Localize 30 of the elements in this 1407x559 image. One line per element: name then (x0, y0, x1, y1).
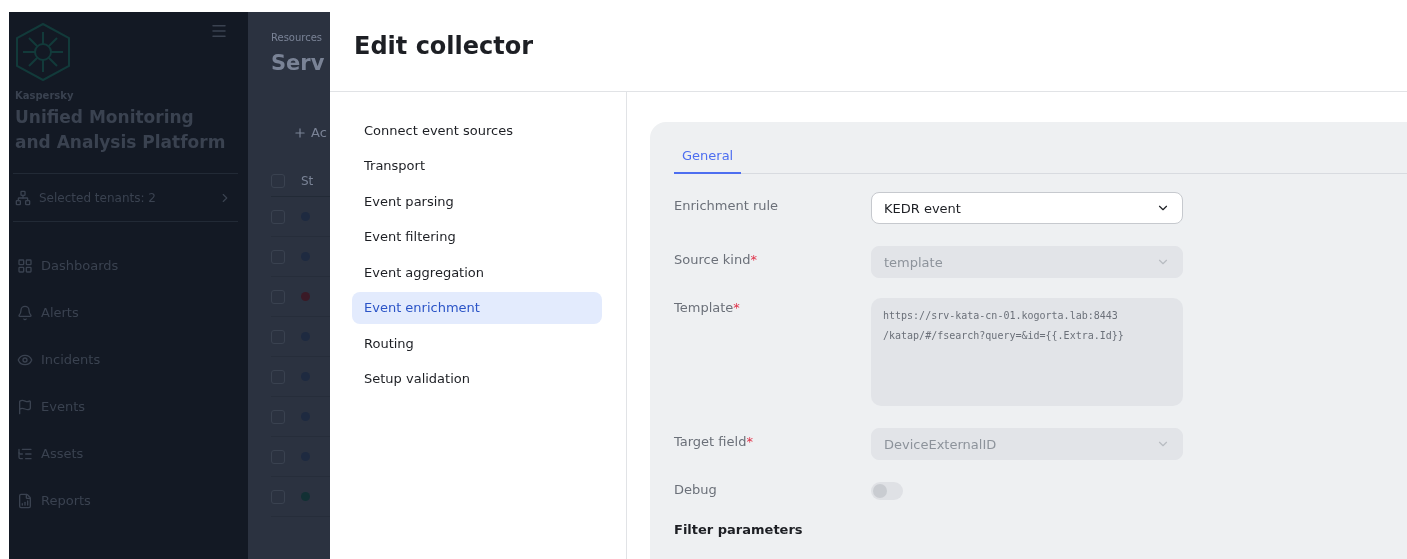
column-header: St (301, 174, 314, 188)
plus-icon (293, 125, 307, 140)
toggle-switch[interactable] (871, 482, 903, 500)
logo-icon (15, 22, 71, 82)
field-label: Debug (674, 482, 718, 497)
step-item[interactable]: Event parsing (352, 185, 602, 217)
bell-icon (17, 304, 33, 321)
field-label: Target field* (674, 433, 754, 449)
step-item[interactable]: Event enrichment (352, 291, 602, 324)
chart-icon (17, 492, 33, 509)
menu-icon[interactable] (210, 22, 228, 40)
step-item[interactable]: Routing (352, 327, 602, 359)
breadcrumb[interactable]: Resources (271, 32, 330, 43)
step-item[interactable]: Setup validation (352, 362, 602, 395)
dialog-title: Edit collector (354, 31, 534, 60)
tab[interactable]: General (674, 142, 742, 174)
step-item[interactable]: Event filtering (352, 220, 602, 253)
field-label: Enrichment rule (674, 197, 780, 213)
field-label: Template* (674, 299, 741, 315)
network-icon (15, 189, 31, 206)
add-button[interactable]: Ac (293, 125, 330, 140)
section-heading: Filter parameters (674, 522, 804, 537)
step-item[interactable]: Connect event sources (352, 114, 602, 146)
step-item[interactable]: Event aggregation (352, 256, 602, 288)
field-label: Source kind* (674, 251, 758, 267)
select-field[interactable]: KEDR event (871, 192, 1183, 224)
grid-icon (17, 257, 33, 274)
flag-icon (17, 398, 33, 415)
page-title: Serv (271, 51, 326, 75)
step-item[interactable]: Transport (352, 149, 602, 182)
